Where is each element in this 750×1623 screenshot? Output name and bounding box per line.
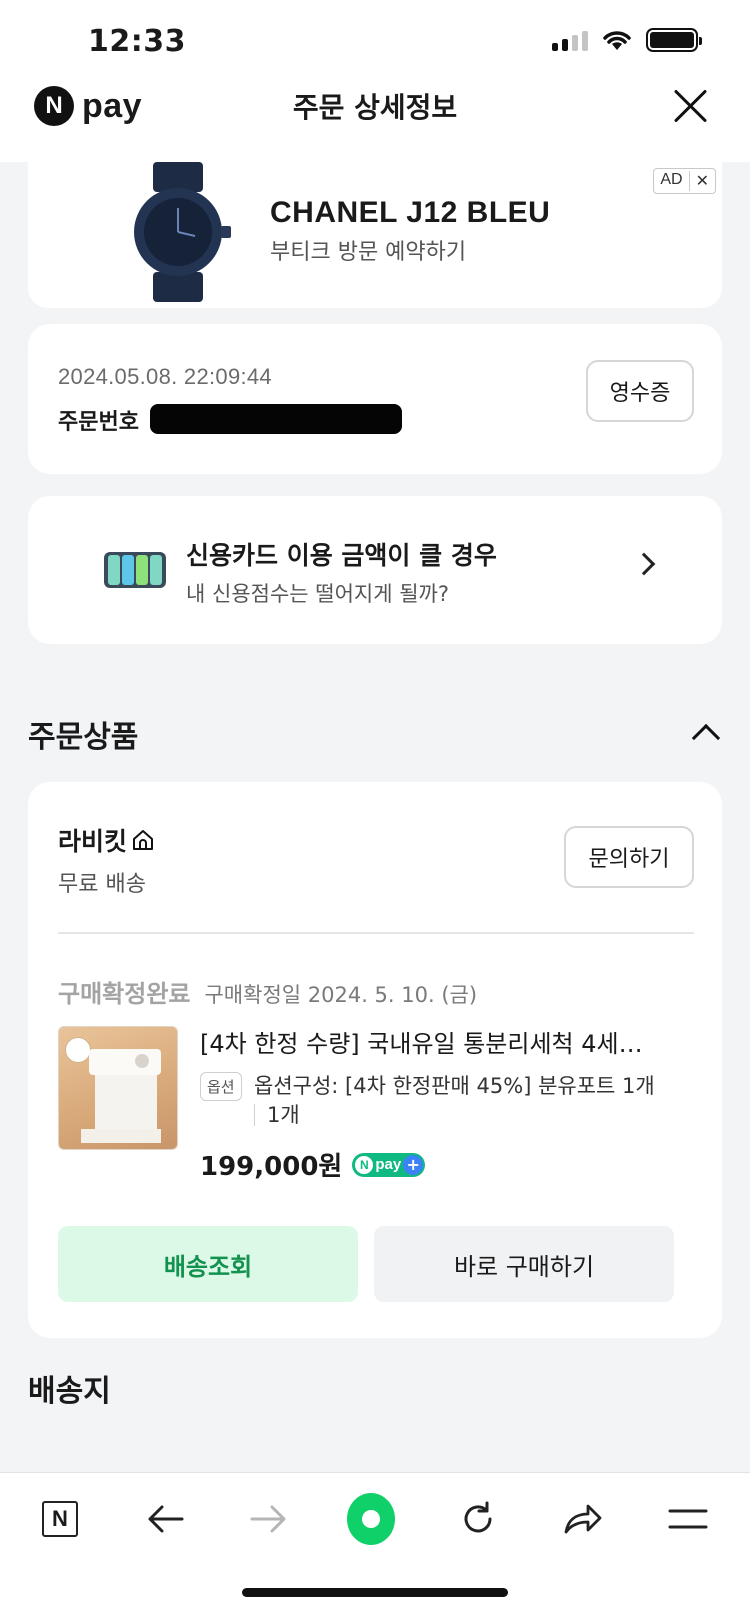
- signal-icon: [552, 29, 588, 51]
- order-number-redacted: [150, 404, 402, 434]
- close-icon[interactable]: [670, 86, 710, 126]
- order-info-card: 2024.05.08. 22:09:44 주문번호 영수증: [28, 324, 722, 474]
- menu-icon[interactable]: [664, 1495, 712, 1543]
- seller-name-label: 라비킷: [58, 827, 128, 856]
- status-icons: [552, 28, 702, 52]
- wifi-icon: [603, 31, 631, 50]
- chevron-right-icon: [632, 552, 656, 576]
- buy-again-button[interactable]: 바로 구매하기: [374, 1226, 674, 1302]
- share-icon[interactable]: [558, 1495, 606, 1543]
- status-bar: 12:33: [0, 0, 750, 80]
- status-label: 구매확정완료: [58, 980, 191, 1008]
- credit-banner-title: 신용카드 이용 금액이 클 경우: [186, 541, 497, 570]
- product-card: 라비킷 무료 배송 문의하기 구매확정완료 구매확정일 2024. 5. 10.…: [28, 782, 722, 1338]
- limited-badge-icon: [65, 1037, 91, 1063]
- credit-score-banner[interactable]: 신용카드 이용 금액이 클 경우 내 신용점수는 떨어지게 될까?: [28, 496, 722, 644]
- confirm-date: 구매확정일 2024. 5. 10. (금): [204, 983, 478, 1007]
- ad-title: CHANEL J12 BLEU: [270, 196, 551, 229]
- product-name[interactable]: [4차 한정 수량] 국내유일 통분리세척 4세…: [200, 1024, 690, 1059]
- seller-name[interactable]: 라비킷: [58, 822, 155, 858]
- home-indicator: [242, 1588, 508, 1597]
- home-icon: [133, 830, 154, 850]
- bottom-nav-bar: N: [0, 1472, 750, 1623]
- back-arrow-icon[interactable]: [142, 1495, 190, 1543]
- forward-arrow-icon[interactable]: [244, 1495, 292, 1543]
- option-text: 옵션구성: [4차 한정판매 45%] 분유포트 1개: [254, 1074, 655, 1098]
- ad-subtitle: 부티크 방문 예약하기: [270, 240, 467, 265]
- ad-label: AD: [660, 171, 683, 188]
- chevron-up-icon[interactable]: [691, 723, 721, 753]
- npay-plus-badge: N pay +: [352, 1152, 426, 1177]
- green-dot-icon[interactable]: [347, 1493, 395, 1545]
- track-delivery-button[interactable]: 배송조회: [58, 1226, 358, 1302]
- refresh-icon[interactable]: [454, 1495, 502, 1543]
- receipt-button[interactable]: 영수증: [586, 360, 694, 422]
- order-datetime: 2024.05.08. 22:09:44: [58, 364, 272, 389]
- divider: [58, 932, 694, 934]
- order-number-label: 주문번호: [58, 410, 139, 435]
- ad-badge[interactable]: AD ✕: [653, 168, 716, 194]
- option-quantity: 1개: [254, 1104, 300, 1126]
- product-thumbnail[interactable]: [58, 1026, 178, 1150]
- ordered-products-title: 주문상품: [28, 720, 139, 755]
- price-value: 199,000원: [200, 1152, 343, 1182]
- ad-close-icon[interactable]: ✕: [696, 171, 709, 191]
- naver-home-icon[interactable]: N: [36, 1495, 84, 1543]
- option-tag: 옵션: [200, 1072, 242, 1101]
- header: N pay 주문 상세정보: [0, 80, 750, 162]
- battery-icon: [646, 28, 702, 52]
- watch-image: [134, 162, 231, 302]
- inquiry-button[interactable]: 문의하기: [564, 826, 694, 888]
- page-title: 주문 상세정보: [292, 91, 458, 124]
- score-counter-icon: [104, 552, 166, 588]
- product-price: 199,000원 N pay +: [200, 1146, 426, 1183]
- shipping-info: 무료 배송: [58, 872, 146, 897]
- ad-banner[interactable]: CHANEL J12 BLEU 부티크 방문 예약하기 AD ✕: [28, 162, 722, 308]
- delivery-section-title: 배송지: [28, 1374, 111, 1409]
- credit-banner-subtitle: 내 신용점수는 떨어지게 될까?: [186, 582, 450, 606]
- status-time: 12:33: [88, 24, 186, 59]
- purchase-status: 구매확정완료 구매확정일 2024. 5. 10. (금): [58, 974, 477, 1009]
